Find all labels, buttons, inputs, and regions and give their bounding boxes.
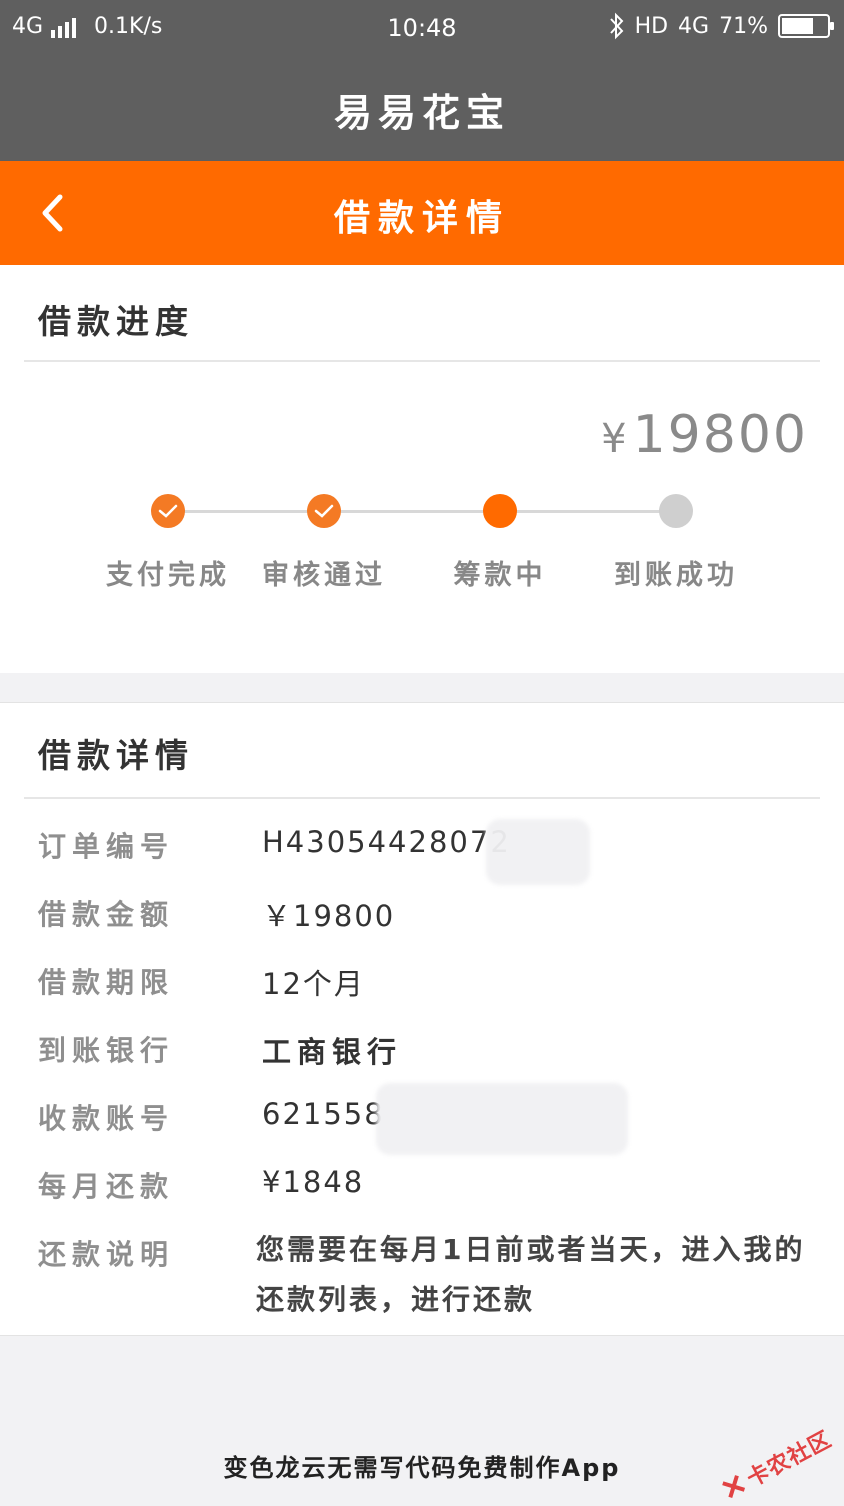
detail-label: 还款说明 bbox=[38, 1238, 175, 1271]
amount-currency: ¥ bbox=[601, 416, 629, 462]
monthly-payment-value: ¥1848 bbox=[262, 1165, 365, 1199]
check-icon bbox=[314, 504, 334, 518]
step-label-fundraising: 筹款中 bbox=[453, 560, 547, 591]
footer-banner: 变色龙云无需写代码免费制作App bbox=[0, 1430, 844, 1500]
detail-label: 每月还款 bbox=[38, 1170, 175, 1203]
loan-term-value: 12个月 bbox=[262, 967, 365, 1001]
app-title-bar: 易易花宝 bbox=[0, 58, 844, 161]
details-section-title: 借款详情 bbox=[38, 736, 194, 775]
loan-amount: ¥19800 bbox=[601, 405, 808, 465]
battery-icon bbox=[778, 14, 834, 38]
step-label-paid: 支付完成 bbox=[106, 560, 230, 591]
divider bbox=[24, 360, 820, 362]
status-bar: 4G 0.1K/s 10:48 HD 4G 71% bbox=[0, 0, 844, 58]
detail-label: 收款账号 bbox=[38, 1102, 175, 1135]
step-dot-paid bbox=[151, 494, 185, 528]
app-title: 易易花宝 bbox=[333, 91, 510, 135]
loan-progress-card: 借款进度 ¥19800 支付完成 审核通过 筹款中 到账成功 bbox=[0, 265, 844, 673]
detail-label: 借款期限 bbox=[38, 966, 175, 999]
detail-label: 订单编号 bbox=[38, 830, 175, 863]
step-dot-approved bbox=[307, 494, 341, 528]
progress-section-title: 借款进度 bbox=[38, 302, 194, 341]
step-label-approved: 审核通过 bbox=[262, 560, 386, 591]
network-type-2: 4G bbox=[678, 13, 710, 39]
hd-indicator: HD bbox=[634, 13, 669, 39]
nav-bar: 借款详情 bbox=[0, 161, 844, 265]
step-dot-arrived bbox=[659, 494, 693, 528]
order-number-value: H43054428072 bbox=[262, 825, 511, 859]
progress-track bbox=[168, 510, 676, 513]
step-dot-fundraising bbox=[483, 494, 517, 528]
loan-details-card: 借款详情 订单编号 H43054428072 借款金额 ￥19800 借款期限 … bbox=[0, 702, 844, 1336]
page-title: 借款详情 bbox=[333, 198, 510, 239]
detail-label: 到账银行 bbox=[38, 1034, 175, 1067]
loan-amount-value: ￥19800 bbox=[262, 899, 396, 933]
step-label-arrived: 到账成功 bbox=[614, 560, 738, 591]
redaction-blur bbox=[486, 819, 590, 885]
check-icon bbox=[158, 504, 178, 518]
divider bbox=[24, 797, 820, 799]
bank-value: 工商银行 bbox=[262, 1035, 403, 1069]
battery-percent: 71% bbox=[719, 13, 768, 39]
repayment-note-value: 您需要在每月1日前或者当天，进入我的还款列表，进行还款 bbox=[256, 1233, 806, 1316]
bluetooth-icon bbox=[609, 12, 623, 40]
redaction-blur bbox=[376, 1083, 628, 1155]
status-right: HD 4G 71% bbox=[609, 12, 834, 40]
footer-text: 变色龙云无需写代码免费制作App bbox=[223, 1453, 621, 1482]
detail-label: 借款金额 bbox=[38, 898, 175, 931]
account-value: 621558 bbox=[262, 1097, 385, 1131]
amount-value: 19800 bbox=[632, 405, 808, 465]
